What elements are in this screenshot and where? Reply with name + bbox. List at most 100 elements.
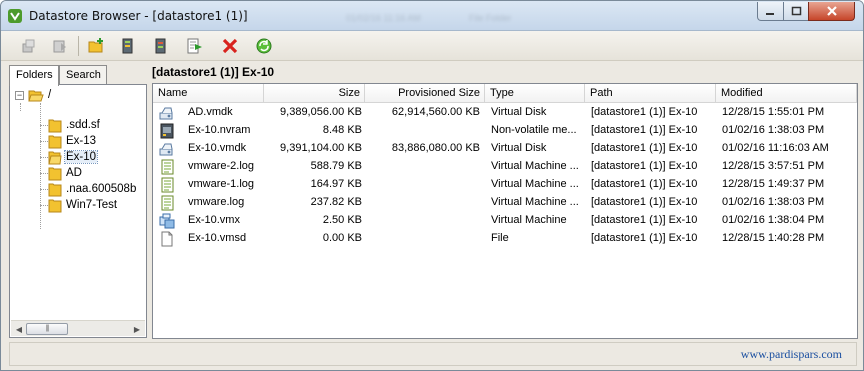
background-ghost-text: File Folder — [469, 13, 512, 23]
tree-item-naa[interactable]: .naa.600508b — [48, 181, 137, 197]
toolbar — [1, 31, 863, 61]
tree-line — [40, 103, 41, 229]
cell-size: 9,391,104.00 KB — [280, 142, 362, 154]
tab-folders[interactable]: Folders — [9, 65, 59, 86]
log-file-icon — [161, 159, 174, 175]
minimize-button[interactable] — [757, 2, 784, 21]
table-row[interactable]: Ex-10.vmx 2.50 KB Virtual Machine [datas… — [153, 212, 857, 230]
delete-icon — [222, 38, 238, 54]
register-vm-button[interactable] — [117, 35, 139, 57]
cell-name: Ex-10.vmsd — [188, 232, 247, 244]
cell-size: 8.48 KB — [322, 124, 362, 136]
tree-item-root[interactable]: − / — [10, 87, 52, 103]
minimize-icon — [766, 12, 774, 15]
delete-button[interactable] — [219, 35, 241, 57]
tree-item-label: / — [48, 89, 52, 101]
cell-modified: 12/28/15 1:55:01 PM — [722, 106, 825, 118]
inventory-button[interactable] — [150, 35, 172, 57]
background-ghost-text: 01/02/16 11:16 AM — [346, 13, 421, 23]
file-list-panel: [datastore1 (1)] Ex-10 Name Size Provisi… — [152, 63, 858, 341]
cell-name: vmware-2.log — [188, 160, 255, 172]
column-header-name[interactable]: Name — [153, 84, 264, 103]
inventory-icon — [155, 38, 166, 54]
column-header-path[interactable]: Path — [585, 84, 716, 103]
cell-path: [datastore1 (1)] Ex-10 — [591, 196, 698, 208]
cell-name: vmware-1.log — [188, 178, 255, 190]
upload-button[interactable] — [17, 35, 39, 57]
cell-size: 9,389,056.00 KB — [280, 106, 362, 118]
cell-modified: 12/28/15 1:49:37 PM — [722, 178, 825, 190]
tab-search[interactable]: Search — [59, 65, 107, 85]
cell-modified: 12/28/15 3:57:51 PM — [722, 160, 825, 172]
maximize-icon — [791, 6, 801, 16]
column-header-provisioned-size[interactable]: Provisioned Size — [365, 84, 485, 103]
cell-name: vmware.log — [188, 196, 245, 208]
current-path-header: [datastore1 (1)] Ex-10 — [152, 65, 275, 79]
cell-type: Virtual Machine ... — [491, 196, 579, 208]
vsphere-logo-icon — [8, 9, 22, 23]
move-button[interactable] — [184, 35, 206, 57]
column-header-type[interactable]: Type — [485, 84, 585, 103]
collapse-icon[interactable]: − — [15, 91, 24, 100]
folder-icon — [48, 167, 62, 181]
cell-modified: 01/02/16 1:38:04 PM — [722, 214, 825, 226]
table-row[interactable]: vmware.log 237.82 KB Virtual Machine ...… — [153, 194, 857, 212]
register-vm-icon — [122, 38, 133, 54]
cell-type: Non-volatile me... — [491, 124, 577, 136]
tree-item-ex-10[interactable]: Ex-10 — [48, 149, 99, 165]
maximize-button[interactable] — [783, 2, 809, 21]
tree-line — [20, 103, 21, 111]
cell-modified: 01/02/16 1:38:03 PM — [722, 124, 825, 136]
virtual-machine-icon — [159, 213, 175, 229]
cell-path: [datastore1 (1)] Ex-10 — [591, 214, 698, 226]
log-file-icon — [161, 177, 174, 193]
table-row[interactable]: vmware-2.log 588.79 KB Virtual Machine .… — [153, 158, 857, 176]
sidebar-tabs: Folders Search — [9, 65, 147, 86]
scroll-right-icon[interactable]: ▶ — [130, 322, 144, 336]
table-row[interactable]: Ex-10.nvram 8.48 KB Non-volatile me... [… — [153, 122, 857, 140]
tree-item-ad[interactable]: AD — [48, 165, 83, 181]
horizontal-scrollbar[interactable]: ◀ ||| ▶ — [11, 320, 145, 336]
new-folder-icon — [88, 38, 103, 53]
column-header-size[interactable]: Size — [264, 84, 365, 103]
tree-item-label: Ex-13 — [66, 135, 97, 147]
title-bar[interactable]: Datastore Browser - [datastore1 (1)] 01/… — [1, 1, 863, 31]
open-folder-icon — [48, 151, 62, 165]
move-icon — [187, 38, 202, 54]
cell-size: 588.79 KB — [310, 160, 362, 172]
tree-item-label: Win7-Test — [66, 199, 118, 211]
cell-type: Virtual Disk — [491, 142, 547, 154]
tree-item-ex-13[interactable]: Ex-13 — [48, 133, 97, 149]
table-row[interactable]: vmware-1.log 164.97 KB Virtual Machine .… — [153, 176, 857, 194]
nvram-icon — [160, 123, 174, 139]
close-button[interactable] — [808, 2, 855, 21]
download-icon — [53, 40, 66, 53]
scroll-left-icon[interactable]: ◀ — [12, 322, 26, 336]
tree-item-sdd-sf[interactable]: .sdd.sf — [48, 117, 101, 133]
column-header-modified[interactable]: Modified — [716, 84, 857, 103]
download-button[interactable] — [49, 35, 71, 57]
refresh-icon — [256, 38, 272, 54]
table-row[interactable]: Ex-10.vmdk 9,391,104.00 KB 83,886,080.00… — [153, 140, 857, 158]
scrollbar-thumb[interactable]: ||| — [26, 323, 68, 335]
datastore-browser-window: Datastore Browser - [datastore1 (1)] 01/… — [0, 0, 864, 371]
cell-name: Ex-10.nvram — [188, 124, 251, 136]
sidebar: Folders Search − / .sdd.sf Ex-13 Ex-10 A… — [9, 63, 147, 341]
new-folder-button[interactable] — [85, 35, 107, 57]
cell-name: Ex-10.vmdk — [188, 142, 247, 154]
folder-tree[interactable]: − / .sdd.sf Ex-13 Ex-10 AD .naa.600508b … — [9, 84, 147, 338]
cell-type: File — [491, 232, 509, 244]
folder-icon — [48, 199, 62, 213]
tree-item-label: AD — [66, 167, 82, 179]
table-row[interactable]: AD.vmdk 9,389,056.00 KB 62,914,560.00 KB… — [153, 104, 857, 122]
tree-item-label: .sdd.sf — [66, 119, 100, 131]
cell-path: [datastore1 (1)] Ex-10 — [591, 160, 698, 172]
cell-name: Ex-10.vmx — [188, 214, 240, 226]
file-icon — [161, 231, 173, 247]
cell-path: [datastore1 (1)] Ex-10 — [591, 106, 698, 118]
tree-item-win7-test[interactable]: Win7-Test — [48, 197, 118, 213]
table-row[interactable]: Ex-10.vmsd 0.00 KB File [datastore1 (1)]… — [153, 230, 857, 248]
tree-item-label: .naa.600508b — [66, 183, 137, 195]
refresh-button[interactable] — [253, 35, 275, 57]
folder-icon — [48, 135, 62, 149]
